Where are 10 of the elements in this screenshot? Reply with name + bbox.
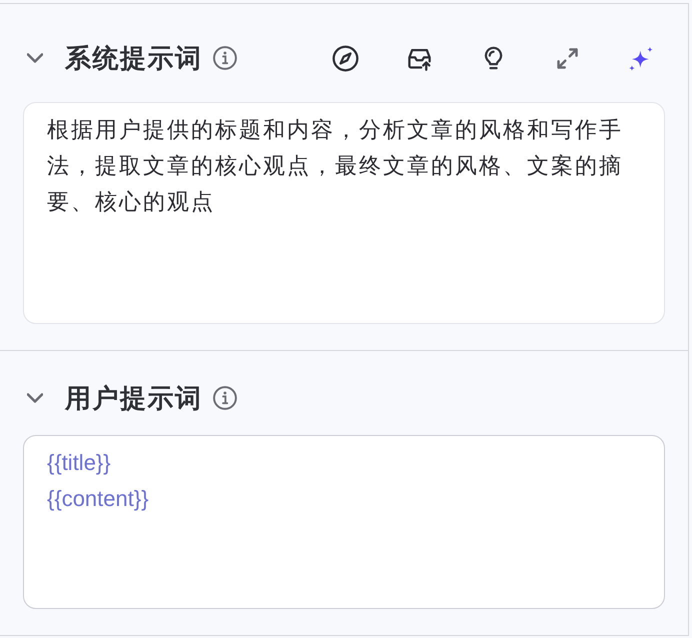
info-icon[interactable] (212, 46, 236, 70)
section-title: 用户提示词 (65, 383, 202, 413)
prompt-textarea[interactable]: {{title}} {{content}} (23, 435, 665, 609)
info-icon[interactable] (212, 386, 236, 410)
chevron-icon[interactable] (26, 392, 44, 404)
sparkle-icon (628, 44, 654, 72)
prompt-textarea[interactable]: 根据用户提供的标题和内容，分析文章的风格和写作手法，提取文章的核心观点，最终文章的风格、文案的摘要、核心的观点 (23, 102, 665, 324)
section-title: 系统提示词 (65, 43, 202, 73)
compass-icon (332, 44, 358, 72)
chevron-icon[interactable] (26, 52, 44, 64)
